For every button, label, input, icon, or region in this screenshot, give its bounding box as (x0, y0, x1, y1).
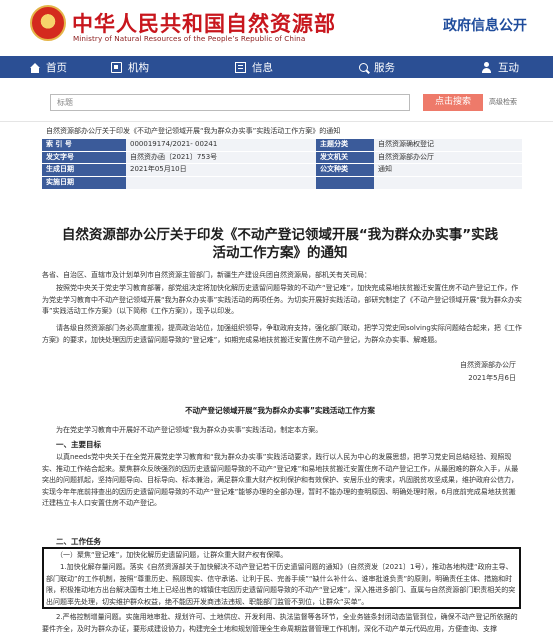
section-2-item-2: 2.严格控制增量问题。实施用地审批、规划许可、土地供应、开发利用、执法监督等各环… (42, 613, 518, 633)
nav-label: 信息 (252, 61, 273, 74)
main-nav: 首页 机构 信息 服务 互动 (0, 56, 553, 78)
table-row: 发文字号 自然资办函〔2021〕753号 发文机关 自然资源部办公厅 (42, 150, 522, 164)
table-row: 生成日期 2021年05月10日 公文种类 通知 (42, 163, 522, 177)
section-2-subheading: （一）聚焦“登记难”，加快化解历史遗留问题，让群众重大财产权有保障。 (56, 551, 288, 559)
article-title: 自然资源部办公厅关于印发《不动产登记领域开展“我为群众办实事”实践活动工作方案》… (61, 227, 499, 261)
section-heading-2: 二、工作任务 (56, 537, 101, 546)
sign-date: 2021年5月6日 (468, 374, 516, 382)
metadata-key: 主题分类 (316, 139, 374, 152)
metadata-key: 发文字号 (42, 150, 126, 164)
metadata-value: 自然资源确权登记 (374, 139, 522, 152)
section-2-item-1: 1.加快化解存量问题。落实《自然资源部关于加快解决不动产登记若干历史遗留问题的通… (46, 563, 516, 606)
nav-label: 服务 (374, 61, 395, 74)
metadata-key: 公文种类 (316, 163, 374, 177)
metadata-table: 索 引 号 000019174/2021- 00241 主题分类 自然资源确权登… (42, 139, 522, 189)
home-icon (30, 62, 40, 73)
table-row: 实施日期 (42, 175, 522, 189)
gov-info-heading[interactable]: 政府信息公开 (443, 15, 527, 35)
metadata-key: 发文机关 (316, 150, 374, 164)
plan-intro: 为在党史学习教育中开展好不动产登记领域“我为群众办实事”实践活动，制定本方案。 (56, 426, 323, 434)
national-emblem-icon: ★ (30, 5, 66, 41)
site-subtitle: Ministry of Natural Resources of the Peo… (73, 34, 306, 43)
search-button[interactable]: 点击搜索 (423, 94, 483, 111)
metadata-key: 实施日期 (42, 175, 126, 189)
nav-label: 互动 (498, 61, 519, 74)
section-heading-1: 一、主要目标 (56, 440, 101, 449)
nav-label: 机构 (128, 61, 149, 74)
search-icon (359, 62, 368, 72)
table-row: 索 引 号 000019174/2021- 00241 主题分类 自然资源确权登… (42, 139, 522, 152)
nav-item-org[interactable]: 机构 (111, 56, 149, 78)
nav-item-interact[interactable]: 互动 (481, 56, 519, 78)
nav-item-home[interactable]: 首页 (30, 56, 67, 78)
search-bar: 标题 点击搜索 高级检索 (0, 78, 553, 122)
metadata-key: 索 引 号 (42, 139, 126, 152)
plan-title: 不动产登记领域开展“我为群众办实事”实践活动工作方案 (185, 406, 375, 415)
paragraph-1: 按照党中央关于党史学习教育部署，部党组决定将加快化解历史遗留问题导致的不动产“登… (42, 284, 522, 315)
site-header: ★ 中华人民共和国自然资源部 Ministry of Natural Resou… (0, 0, 553, 52)
metadata-value: 通知 (374, 163, 522, 177)
paragraph-2: 请各级自然资源部门务必高度重视，提高政治站位，加强组织领导，争取政府支持，强化部… (42, 324, 522, 344)
section-1-body: 以真needs党中央关于在全党开展党史学习教育和“我为群众办实事”实践活动要求，… (42, 453, 519, 507)
doc-icon (235, 61, 246, 73)
salutation: 各省、自治区、直辖市及计划单列市自然资源主管部门，新疆生产建设兵团自然资源局，部… (42, 271, 371, 279)
metadata-value: 000019174/2021- 00241 (126, 139, 316, 152)
metadata-value: 自然资源部办公厅 (374, 150, 522, 164)
metadata-value (126, 175, 316, 189)
metadata-key (316, 175, 374, 189)
metadata-key: 生成日期 (42, 163, 126, 177)
nav-label: 首页 (46, 61, 67, 74)
search-input[interactable]: 标题 (50, 94, 410, 111)
nav-item-info[interactable]: 信息 (235, 56, 273, 78)
metadata-title: 自然资源部办公厅关于印发《不动产登记领域开展“我为群众办实事”实践活动工作方案》… (46, 127, 341, 135)
org-icon (111, 61, 122, 73)
person-icon (481, 61, 492, 73)
metadata-value: 自然资办函〔2021〕753号 (126, 150, 316, 164)
nav-item-service[interactable]: 服务 (359, 56, 395, 78)
signer: 自然资源部办公厅 (460, 361, 516, 369)
advanced-search-link[interactable]: 高级检索 (489, 97, 517, 107)
document-metadata: 自然资源部办公厅关于印发《不动产登记领域开展“我为群众办实事”实践活动工作方案》… (42, 123, 522, 189)
metadata-value: 2021年05月10日 (126, 163, 316, 177)
metadata-value (374, 175, 522, 189)
